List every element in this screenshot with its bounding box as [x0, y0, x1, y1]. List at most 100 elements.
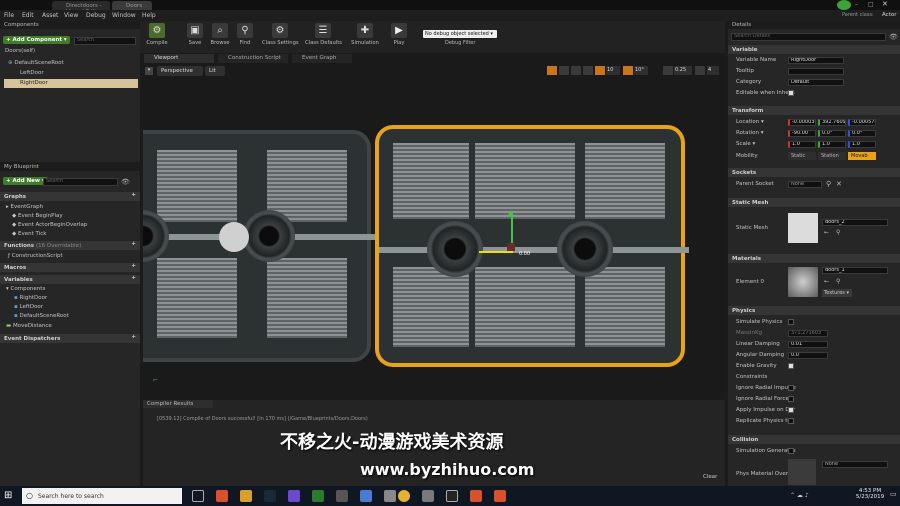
ignore-radial-impulse-checkbox[interactable]: [788, 385, 794, 391]
task-view-icon[interactable]: [192, 490, 204, 502]
grid-snap-icon[interactable]: [595, 66, 605, 75]
gizmo-y-axis[interactable]: [479, 251, 513, 253]
simulation-button[interactable]: ✚ Simulation: [350, 23, 380, 51]
app-icon[interactable]: [422, 490, 434, 502]
transform-section[interactable]: Transform: [728, 106, 900, 115]
scale-y-input[interactable]: 1.0: [818, 141, 846, 148]
find-button[interactable]: ⚲ Find: [230, 23, 260, 51]
functions-section[interactable]: Functions (16 Overridable) +: [0, 241, 140, 250]
variables-section[interactable]: Variables +: [0, 275, 140, 284]
scale-snap-icon[interactable]: [663, 66, 673, 75]
rotation-x-input[interactable]: -90.00: [788, 130, 816, 137]
scale-mode-icon[interactable]: [571, 66, 581, 75]
category-select[interactable]: Default: [788, 79, 844, 86]
macros-section[interactable]: Macros +: [0, 263, 140, 272]
transform-toggle-icon[interactable]: [547, 66, 557, 75]
clock[interactable]: 4:53 PM 5/23/2019: [855, 488, 885, 500]
tooltip-input[interactable]: [788, 68, 844, 75]
chrome-icon[interactable]: [398, 490, 410, 502]
components-subsection[interactable]: ▾ Components: [6, 286, 45, 292]
system-tray-icons[interactable]: ⌃ ☁ ♪: [790, 492, 809, 499]
viewport-options-icon[interactable]: ▾: [145, 67, 153, 75]
clear-button[interactable]: Clear: [703, 474, 717, 480]
component-default-scene-root[interactable]: ⊕ DefaultSceneRoot: [8, 60, 64, 67]
rotation-y-input[interactable]: 0.0°: [818, 130, 846, 137]
static-mesh-section[interactable]: Static Mesh: [728, 198, 900, 207]
location-z-input[interactable]: -0.000576: [848, 119, 876, 126]
menu-view[interactable]: View: [64, 12, 78, 19]
nvidia-icon[interactable]: [312, 490, 324, 502]
angular-damping-input[interactable]: 0.0: [788, 352, 828, 359]
rotation-snap-value[interactable]: 10°: [634, 66, 648, 75]
material-use-icon[interactable]: ←: [824, 278, 829, 285]
apply-impulse-checkbox[interactable]: [788, 407, 794, 413]
scale-x-input[interactable]: 1.0: [788, 141, 816, 148]
details-search-input[interactable]: Search Details: [731, 33, 886, 41]
rotation-label[interactable]: Rotation ▾: [736, 130, 764, 136]
rotation-snap-icon[interactable]: [623, 66, 633, 75]
simulation-generates-checkbox[interactable]: [788, 448, 794, 454]
static-mesh-select[interactable]: doors_2: [822, 219, 888, 226]
mesh-use-icon[interactable]: ←: [824, 229, 829, 236]
menu-help[interactable]: Help: [142, 12, 156, 19]
compiler-results-tab[interactable]: Compiler Results: [143, 400, 213, 408]
editable-checkbox[interactable]: [788, 90, 794, 96]
menu-file[interactable]: File: [4, 12, 14, 19]
app-icon[interactable]: [288, 490, 300, 502]
physics-section[interactable]: Physics: [728, 306, 900, 315]
window-tab-doors[interactable]: Doors: [112, 1, 152, 10]
taskbar-search-input[interactable]: ○ Search here to search: [22, 488, 182, 504]
app-icon[interactable]: [336, 490, 348, 502]
app-icon[interactable]: [470, 490, 482, 502]
static-mesh-thumbnail[interactable]: [788, 213, 818, 243]
mobility-stationary-button[interactable]: Station: [818, 152, 846, 160]
app-icon[interactable]: [384, 490, 396, 502]
play-button[interactable]: ▶ Play: [384, 23, 414, 51]
variable-left-door[interactable]: ▪ LeftDoor: [14, 304, 43, 310]
variable-name-input[interactable]: RightDoor: [788, 57, 844, 64]
component-right-door-selected[interactable]: RightDoor: [4, 79, 138, 88]
event-begin-play[interactable]: ◆ Event BeginPlay: [12, 213, 63, 219]
variable-default-scene-root[interactable]: ▪ DefaultSceneRoot: [14, 313, 69, 319]
menu-window[interactable]: Window: [112, 12, 136, 19]
camera-speed-icon[interactable]: [695, 66, 705, 75]
rotation-z-input[interactable]: 0.0°: [848, 130, 876, 137]
blueprint-search-input[interactable]: Search: [43, 178, 118, 186]
textures-dropdown[interactable]: Textures ▾: [822, 289, 852, 297]
scale-snap-value[interactable]: 0.25: [674, 66, 692, 75]
camera-speed-value[interactable]: 4: [707, 66, 719, 75]
socket-clear-icon[interactable]: ✕: [836, 180, 842, 188]
tab-construction-script[interactable]: Construction Script: [218, 54, 288, 63]
menu-asset[interactable]: Asset: [42, 12, 58, 19]
enable-gravity-checkbox[interactable]: [788, 363, 794, 369]
component-left-door[interactable]: LeftDoor: [20, 70, 44, 76]
mass-input[interactable]: 371.271603: [788, 330, 828, 337]
mesh-browse-icon[interactable]: ⚲: [836, 229, 840, 236]
event-actor-begin-overlap[interactable]: ◆ Event ActorBeginOverlap: [12, 222, 87, 228]
constraints-label[interactable]: Constraints: [736, 374, 767, 380]
perspective-button[interactable]: Perspective: [157, 66, 203, 76]
minimize-icon[interactable]: –: [855, 1, 863, 8]
windows-start-icon[interactable]: ⊞: [4, 490, 16, 502]
mobility-static-button[interactable]: Static: [788, 152, 816, 160]
steam-icon[interactable]: [264, 490, 276, 502]
rotate-mode-icon[interactable]: [559, 66, 569, 75]
socket-browse-icon[interactable]: ⚲: [826, 180, 831, 188]
menu-debug[interactable]: Debug: [86, 12, 106, 19]
location-y-input[interactable]: 392.76090: [818, 119, 846, 126]
tab-event-graph[interactable]: Event Graph: [292, 54, 352, 63]
add-component-button[interactable]: + Add Component ▾: [3, 36, 70, 44]
file-explorer-icon[interactable]: [240, 490, 252, 502]
app-icon[interactable]: [494, 490, 506, 502]
scale-z-input[interactable]: 1.0: [848, 141, 876, 148]
brave-browser-icon[interactable]: [216, 490, 228, 502]
app-icon[interactable]: [360, 490, 372, 502]
phys-material-select[interactable]: None: [822, 461, 888, 468]
class-defaults-button[interactable]: ☰ Class Defaults: [305, 23, 342, 51]
variable-right-door[interactable]: ▪ RightDoor: [14, 295, 47, 301]
material-browse-icon[interactable]: ⚲: [836, 278, 840, 285]
mobility-movable-button[interactable]: Movab: [848, 152, 876, 160]
event-tick[interactable]: ◆ Event Tick: [12, 231, 46, 237]
material-select[interactable]: doors_1: [822, 267, 888, 274]
parent-class-value[interactable]: Actor: [882, 12, 896, 18]
